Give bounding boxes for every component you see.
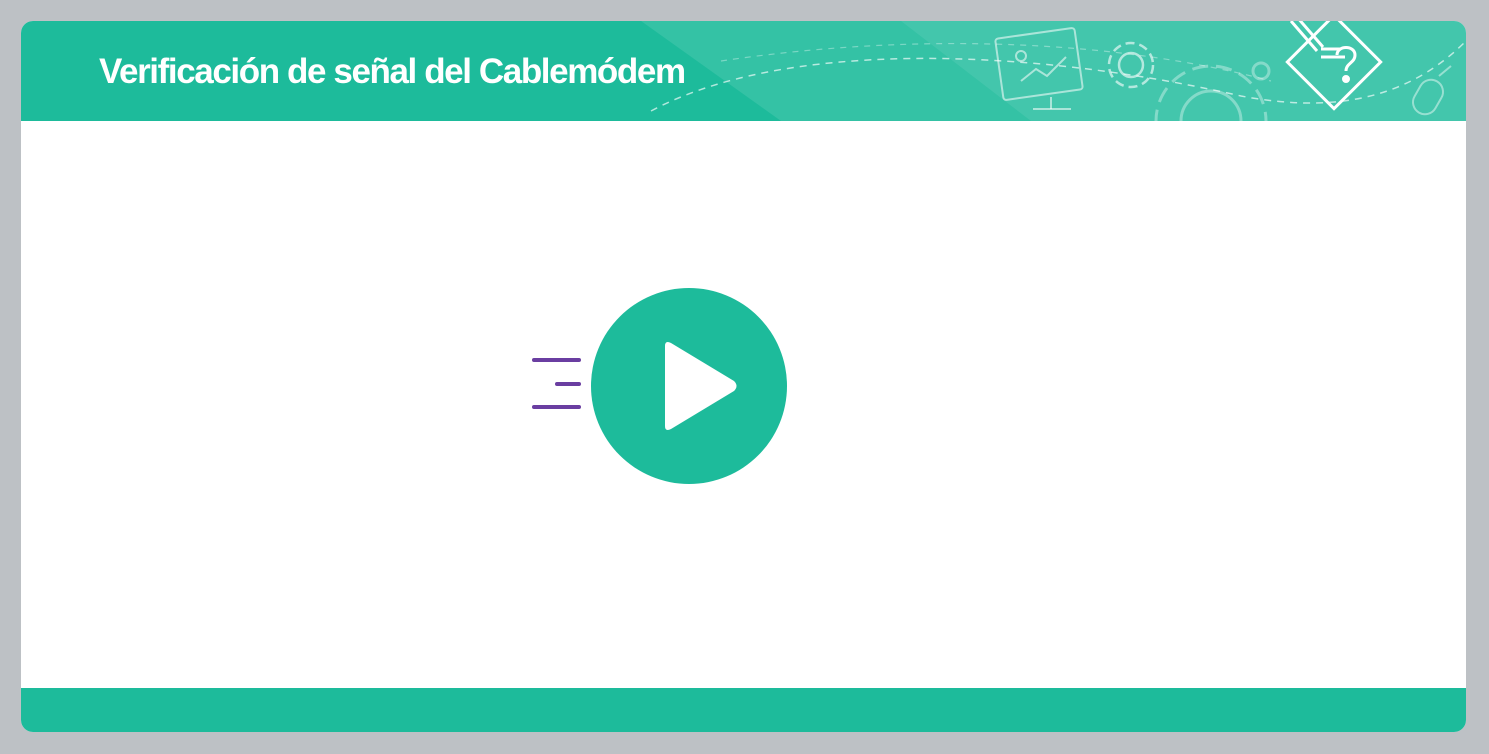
video-card: Verificación de señal del Cablemódem xyxy=(21,21,1466,732)
speed-lines-icon xyxy=(532,358,581,409)
footer-bar xyxy=(21,688,1466,732)
play-video-button[interactable] xyxy=(531,284,791,488)
video-area xyxy=(21,121,1466,688)
header-banner: Verificación de señal del Cablemódem xyxy=(21,21,1466,121)
page-title: Verificación de señal del Cablemódem xyxy=(99,52,686,91)
play-icon[interactable] xyxy=(587,284,791,488)
